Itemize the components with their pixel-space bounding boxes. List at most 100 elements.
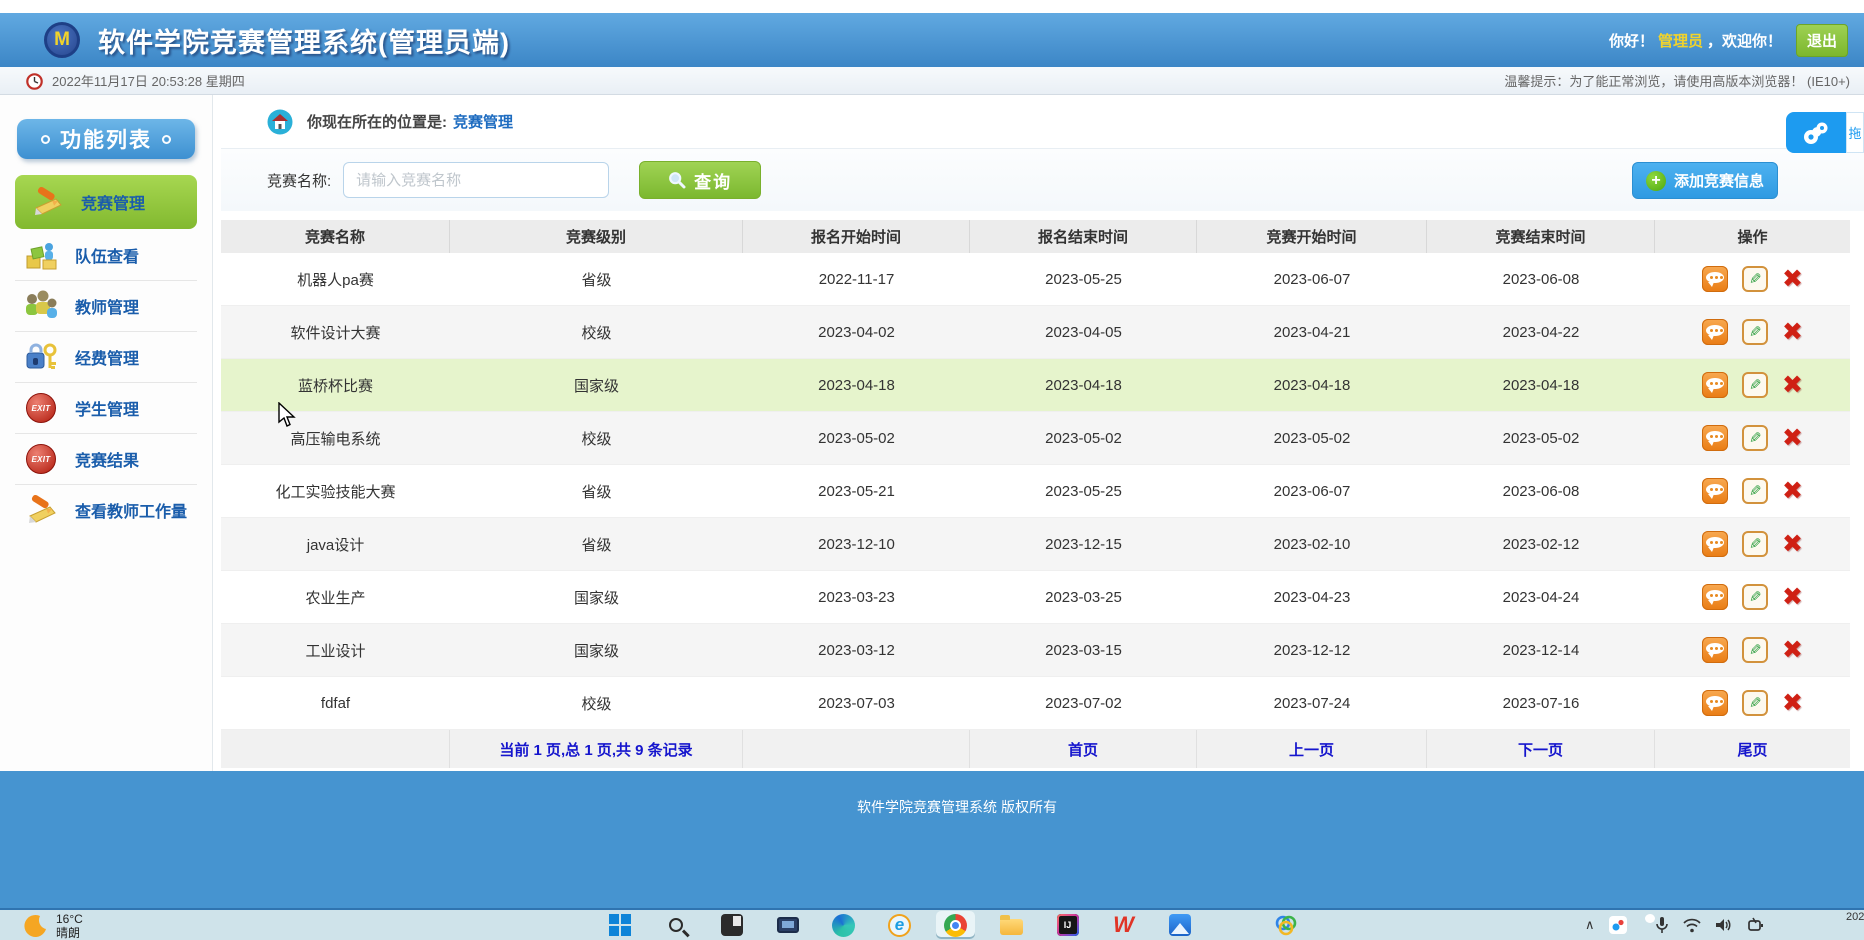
sidebar-item-label: 学生管理 (75, 396, 139, 420)
table-row[interactable]: 蓝桥杯比赛国家级2023-04-182023-04-182023-04-1820… (221, 359, 1850, 412)
search-button[interactable]: 查询 (639, 161, 761, 199)
baidu-netdisk-overlay-button[interactable] (1786, 112, 1846, 153)
comment-button[interactable] (1702, 266, 1728, 292)
edit-button[interactable]: ✎ (1742, 266, 1768, 292)
photos-icon[interactable] (1160, 911, 1199, 939)
delete-button[interactable]: ✖ (1782, 691, 1803, 716)
table-row[interactable]: 高压输电系统校级2023-05-022023-05-022023-05-0220… (221, 412, 1850, 465)
edit-button[interactable]: ✎ (1742, 584, 1768, 610)
breadcrumb-current-link[interactable]: 竞赛管理 (453, 111, 513, 132)
chrome-icon[interactable] (936, 911, 975, 939)
power-icon[interactable] (1747, 917, 1765, 933)
comment-button[interactable] (1702, 319, 1728, 345)
sidebar-item-label: 教师管理 (75, 294, 139, 318)
cell-reg_start: 2023-05-02 (743, 412, 970, 464)
cell-name: 机器人pa赛 (221, 253, 450, 305)
comment-button[interactable] (1702, 478, 1728, 504)
sidebar-item-team-view[interactable]: 队伍查看 (15, 229, 197, 280)
sidebar-item-label: 查看教师工作量 (75, 498, 187, 522)
cell-name: 软件设计大赛 (221, 306, 450, 358)
teachers-icon (23, 289, 59, 323)
delete-button[interactable]: ✖ (1782, 532, 1803, 557)
dot-icon (41, 135, 50, 144)
write-icon (29, 185, 65, 219)
sidebar-item-competition-results[interactable]: EXIT竞赛结果 (15, 433, 197, 484)
table-row[interactable]: 工业设计国家级2023-03-122023-03-152023-12-12202… (221, 624, 1850, 677)
comment-button[interactable] (1702, 690, 1728, 716)
add-competition-button[interactable]: + 添加竞赛信息 (1632, 162, 1778, 199)
delete-button[interactable]: ✖ (1782, 426, 1803, 451)
delete-button[interactable]: ✖ (1782, 320, 1803, 345)
flower-app-icon[interactable] (1266, 911, 1305, 939)
logout-button[interactable]: 退出 (1796, 24, 1848, 57)
pagination-first-link[interactable]: 首页 (1068, 739, 1098, 760)
edge-icon[interactable] (824, 911, 863, 939)
delete-button[interactable]: ✖ (1782, 585, 1803, 610)
sidebar-item-label: 队伍查看 (75, 243, 139, 267)
ie-icon[interactable]: e (880, 911, 919, 939)
user-box: 你好！ 管理员 ，欢迎你！ 退出 (1609, 24, 1848, 57)
table-row[interactable]: 化工实验技能大赛省级2023-05-212023-05-252023-06-07… (221, 465, 1850, 518)
taskbar-weather-widget[interactable]: 16°C 晴朗 (22, 912, 83, 940)
delete-button[interactable]: ✖ (1782, 479, 1803, 504)
edit-button[interactable]: ✎ (1742, 637, 1768, 663)
cell-name: fdfaf (221, 677, 450, 729)
edit-button[interactable]: ✎ (1742, 372, 1768, 398)
wifi-icon[interactable] (1683, 918, 1701, 933)
comment-button[interactable] (1702, 637, 1728, 663)
search-input[interactable] (343, 162, 609, 198)
taskbar-clock-partial[interactable]: 2022/ (1846, 911, 1864, 939)
cell-name: 高压输电系统 (221, 412, 450, 464)
sidebar-item-teacher-management[interactable]: 教师管理 (15, 280, 197, 331)
dark-app-icon[interactable] (712, 911, 751, 939)
comment-button[interactable] (1702, 425, 1728, 451)
table-row[interactable]: 农业生产国家级2023-03-232023-03-252023-04-23202… (221, 571, 1850, 624)
sidebar-item-teacher-workload[interactable]: 查看教师工作量 (15, 484, 197, 535)
remote-pc-icon[interactable] (768, 911, 807, 939)
cell-reg_end: 2023-07-02 (970, 677, 1197, 729)
comment-button[interactable] (1702, 531, 1728, 557)
datetime-text: 2022年11月17日 20:53:28 星期四 (52, 71, 245, 90)
volume-icon[interactable] (1715, 917, 1733, 933)
delete-button[interactable]: ✖ (1782, 373, 1803, 398)
cell-reg_start: 2023-07-03 (743, 677, 970, 729)
edit-button[interactable]: ✎ (1742, 425, 1768, 451)
edit-button[interactable]: ✎ (1742, 690, 1768, 716)
microphone-icon[interactable] (1655, 916, 1669, 934)
edit-button[interactable]: ✎ (1742, 478, 1768, 504)
delete-button[interactable]: ✖ (1782, 267, 1803, 292)
table-row[interactable]: 机器人pa赛省级2022-11-172023-05-252023-06-0720… (221, 253, 1850, 306)
logo-letter: M (54, 29, 70, 51)
cell-actions: ✎✖ (1655, 306, 1850, 358)
intellij-idea-icon[interactable]: IJ (1048, 911, 1087, 939)
sidebar: 功能列表 竞赛管理队伍查看教师管理经费管理EXIT学生管理EXIT竞赛结果查看教… (0, 95, 213, 771)
cell-reg_end: 2023-03-15 (970, 624, 1197, 676)
cell-reg_end: 2023-05-02 (970, 412, 1197, 464)
netdisk-drag-tab[interactable]: 拖 (1846, 112, 1864, 153)
username-link[interactable]: 管理员 (1658, 30, 1703, 51)
file-explorer-icon[interactable] (992, 911, 1031, 939)
sidebar-item-competition-management[interactable]: 竞赛管理 (15, 175, 197, 229)
search-taskbar-icon[interactable] (656, 911, 695, 939)
pagination-prev-link[interactable]: 上一页 (1289, 739, 1334, 760)
table-row[interactable]: 软件设计大赛校级2023-04-022023-04-052023-04-2120… (221, 306, 1850, 359)
comment-button[interactable] (1702, 584, 1728, 610)
table-row[interactable]: java设计省级2023-12-102023-12-152023-02-1020… (221, 518, 1850, 571)
chevron-up-icon[interactable]: ∧ (1585, 917, 1595, 933)
delete-button[interactable]: ✖ (1782, 638, 1803, 663)
comment-button[interactable] (1702, 372, 1728, 398)
sidebar-item-student-management[interactable]: EXIT 学生管理 (15, 382, 197, 433)
cell-reg_start: 2022-11-17 (743, 253, 970, 305)
start-button[interactable] (600, 911, 639, 939)
baidu-netdisk-tray-icon[interactable] (1609, 916, 1627, 934)
cell-end: 2023-07-16 (1427, 677, 1655, 729)
edit-button[interactable]: ✎ (1742, 319, 1768, 345)
greeting-prefix: 你好！ (1609, 30, 1654, 51)
pagination-last-link[interactable]: 尾页 (1737, 739, 1767, 760)
exit-icon: EXIT (23, 391, 59, 425)
edit-button[interactable]: ✎ (1742, 531, 1768, 557)
sidebar-item-funds-management[interactable]: 经费管理 (15, 331, 197, 382)
pagination-next-link[interactable]: 下一页 (1518, 739, 1563, 760)
wps-icon[interactable]: W (1104, 911, 1143, 939)
table-row[interactable]: fdfaf校级2023-07-032023-07-022023-07-24202… (221, 677, 1850, 730)
